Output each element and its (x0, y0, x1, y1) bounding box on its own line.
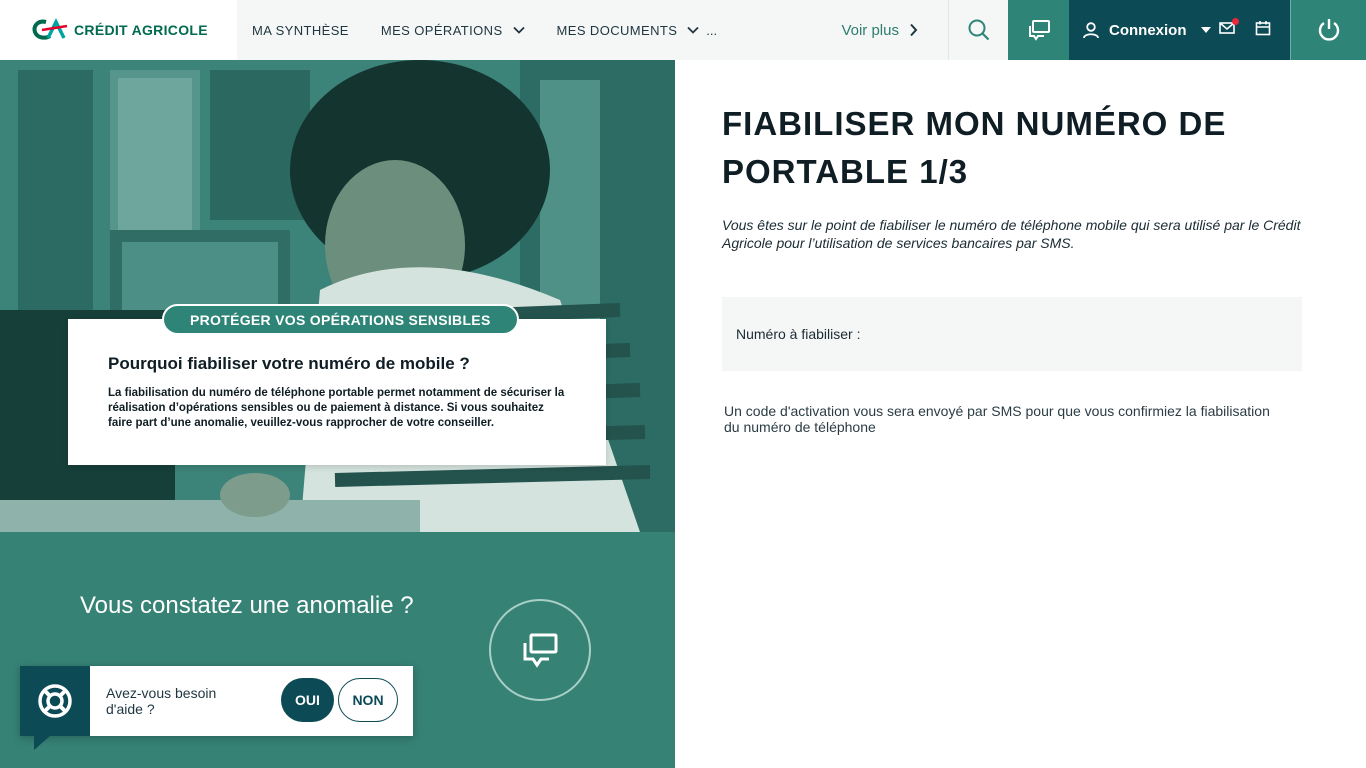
ca-logo-icon (32, 18, 68, 40)
help-yes-button[interactable]: OUI (281, 678, 334, 722)
power-icon (1318, 19, 1339, 41)
sms-note: Un code d'activation vous sera envoyé pa… (724, 403, 1270, 435)
caret-down-icon[interactable] (1200, 27, 1211, 33)
hero-image: PROTÉGER VOS OPÉRATIONS SENSIBLES Pourqu… (0, 60, 675, 532)
info-card-title: Pourquoi fiabiliser votre numéro de mobi… (108, 354, 470, 373)
info-card-text: La fiabilisation du numéro de téléphone … (108, 387, 565, 429)
login-label: Connexion (1109, 21, 1187, 39)
nav-mes-operations[interactable]: MES OPÉRATIONS (381, 23, 525, 38)
chevron-down-icon (512, 26, 525, 34)
voir-plus-link[interactable]: Voir plus (841, 0, 918, 60)
nav-ma-synthese[interactable]: MA SYNTHÈSE (252, 23, 349, 38)
nav-ellipsis: ... (706, 22, 718, 38)
mail-button[interactable] (1218, 18, 1239, 39)
hero-tag: PROTÉGER VOS OPÉRATIONS SENSIBLES (162, 304, 519, 335)
chevron-down-icon (687, 26, 699, 34)
page-title: FIABILISER MON NUMÉRO DE PORTABLE 1/3 (722, 105, 1227, 190)
lifebuoy-icon (38, 684, 72, 718)
page-intro: Vous êtes sur le point de fiabiliser le … (722, 217, 1301, 251)
notification-dot (1231, 18, 1239, 25)
number-label: Numéro à fiabiliser : (736, 326, 861, 342)
nav-mes-documents[interactable]: MES DOCUMENTS (557, 23, 700, 38)
help-widget: Avez-vous besoin d'aide ? OUI NON (20, 666, 413, 750)
logout-button[interactable] (1290, 0, 1366, 60)
calendar-button[interactable] (1255, 20, 1271, 41)
top-header: CRÉDIT AGRICOLE MA SYNTHÈSE MES OPÉRATIO… (0, 0, 1366, 60)
anomaly-title: Vous constatez une anomalie ? (80, 592, 414, 619)
search-icon (968, 19, 989, 41)
anomaly-contact-button[interactable] (489, 599, 591, 701)
chat-icon (1028, 20, 1050, 41)
help-tail (34, 736, 50, 750)
calendar-icon (1255, 20, 1270, 35)
number-to-verify-box: Numéro à fiabiliser : (722, 297, 1302, 371)
voir-plus-label: Voir plus (841, 21, 899, 39)
help-no-button[interactable]: NON (338, 678, 398, 722)
logo-text: CRÉDIT AGRICOLE (74, 22, 208, 38)
user-icon (1083, 21, 1099, 38)
account-bar: Connexion (1069, 0, 1290, 60)
chat-button[interactable] (1008, 0, 1069, 60)
help-question: Avez-vous besoin d'aide ? (106, 685, 217, 717)
main-nav: MA SYNTHÈSE MES OPÉRATIONS MES DOCUMENTS… (237, 0, 948, 60)
help-badge[interactable] (20, 666, 90, 736)
nav-label: MES OPÉRATIONS (380, 22, 503, 38)
search-button[interactable] (948, 0, 1008, 60)
chat-icon (523, 633, 558, 668)
nav-label: MA SYNTHÈSE (252, 22, 349, 38)
info-card: Pourquoi fiabiliser votre numéro de mobi… (68, 319, 606, 465)
nav-label: MES DOCUMENTS (556, 22, 678, 38)
login-button[interactable]: Connexion (1083, 22, 1187, 39)
brand-logo[interactable]: CRÉDIT AGRICOLE (0, 0, 237, 60)
chevron-right-icon (910, 23, 918, 37)
